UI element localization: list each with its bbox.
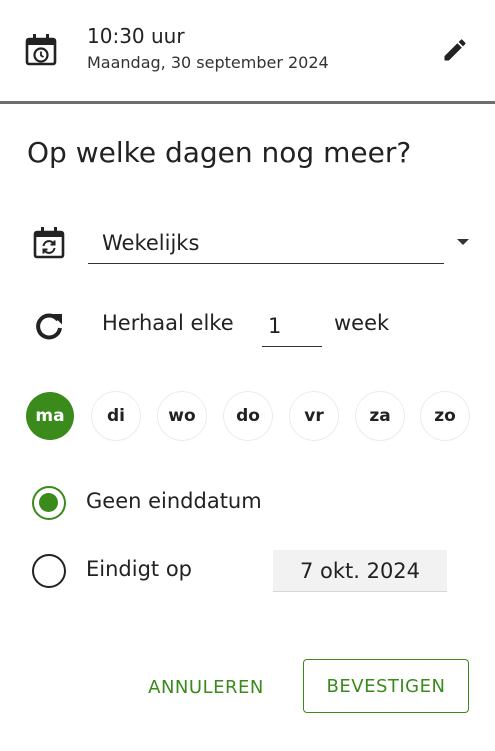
calendar-clock-icon [25,34,57,66]
end-date-field[interactable]: 7 okt. 2024 [273,550,447,592]
no-end-date-label: Geen einddatum [86,489,262,513]
confirm-button[interactable]: BEVESTIGEN [303,659,469,713]
day-toggle-do[interactable]: do [224,392,272,440]
cancel-button[interactable]: ANNULEREN [128,662,284,712]
day-toggle-wo[interactable]: wo [158,392,206,440]
day-toggle-za[interactable]: za [356,392,404,440]
day-toggle-di[interactable]: di [92,392,140,440]
repeat-label: Herhaal elke [102,311,234,335]
pencil-icon[interactable] [441,36,469,64]
end-on-radio[interactable] [32,554,66,588]
radio-selected-dot [39,493,58,512]
dropdown-arrow-icon[interactable] [457,239,469,245]
no-end-date-radio[interactable] [32,486,66,520]
calendar-sync-icon [33,227,65,259]
repeat-unit: week [334,311,390,335]
day-toggle-zo[interactable]: zo [421,392,469,440]
appointment-header: 10:30 uur Maandag, 30 september 2024 [0,0,495,104]
refresh-icon [36,313,62,340]
frequency-value: Wekelijks [102,231,200,255]
repeat-interval-input[interactable] [262,306,322,347]
day-toggle-ma[interactable]: ma [26,392,74,440]
frequency-select[interactable]: Wekelijks [88,226,444,264]
page-title: Op welke dagen nog meer? [27,136,412,169]
appointment-date: Maandag, 30 september 2024 [87,53,329,72]
end-on-label: Eindigt op [86,557,192,581]
day-toggle-vr[interactable]: vr [290,392,338,440]
appointment-time: 10:30 uur [87,24,185,48]
